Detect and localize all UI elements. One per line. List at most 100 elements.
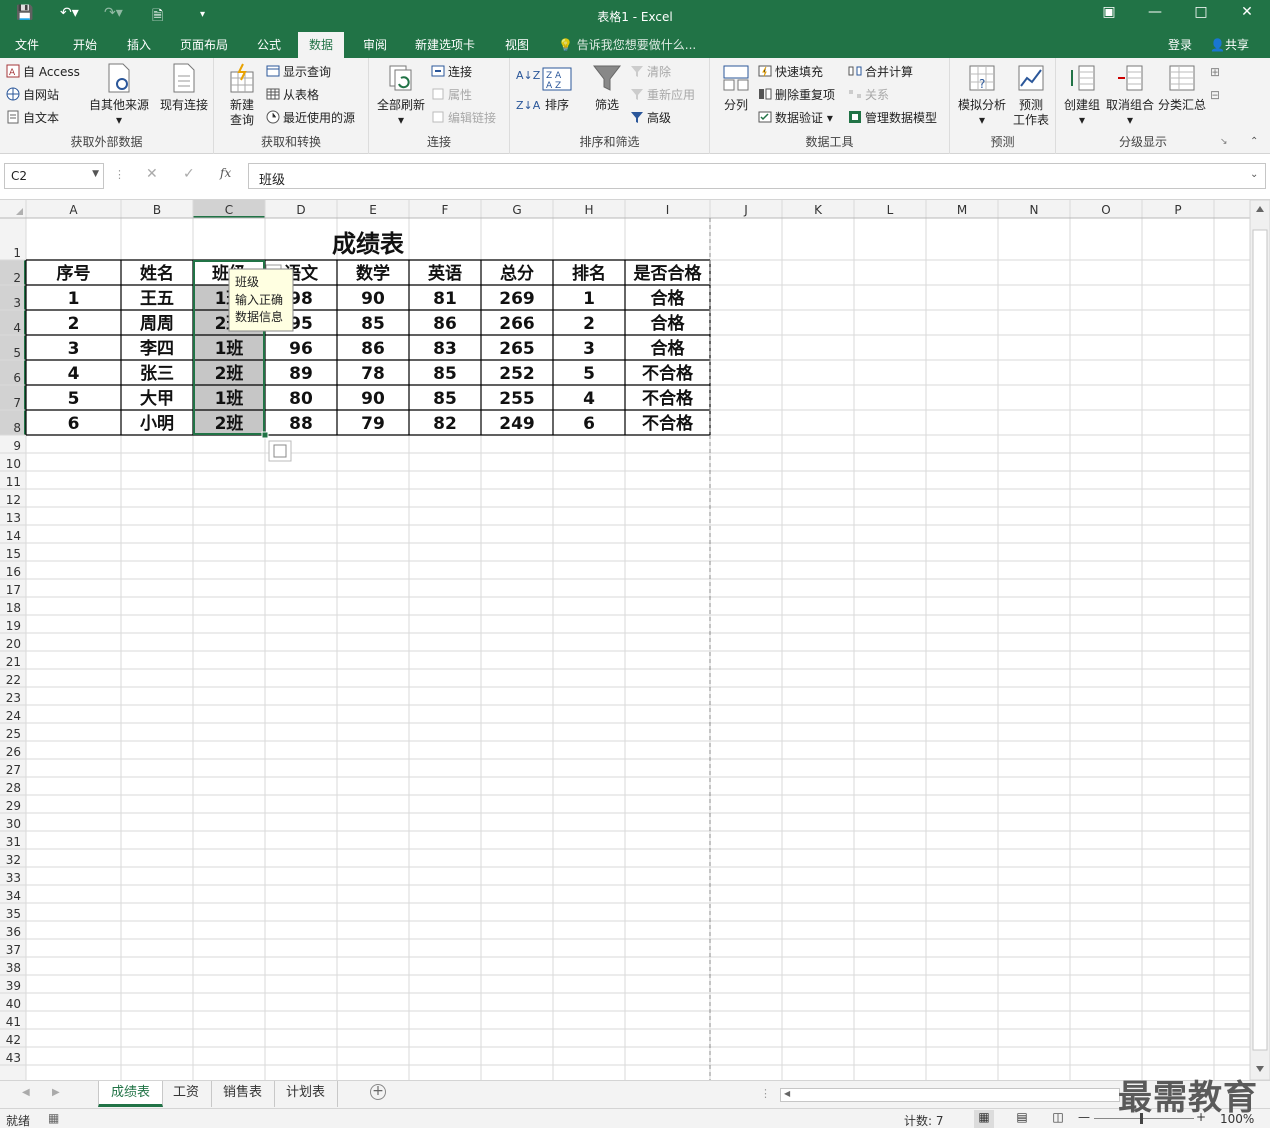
row-header[interactable]: 34 xyxy=(6,889,21,903)
expand-formula-icon[interactable]: ⌄ xyxy=(1250,169,1258,180)
row-header[interactable]: 10 xyxy=(6,457,21,471)
data-cell[interactable]: 78 xyxy=(361,364,385,384)
row-header[interactable]: 38 xyxy=(6,961,21,975)
fill-handle[interactable] xyxy=(261,431,269,439)
row-header[interactable]: 1 xyxy=(13,246,21,260)
tab-page-layout[interactable]: 页面布局 xyxy=(180,36,228,53)
data-cell[interactable]: 90 xyxy=(361,289,385,309)
prev-sheet-icon[interactable]: ◀ xyxy=(22,1087,30,1098)
row-header[interactable]: 19 xyxy=(6,619,21,633)
header-cell[interactable]: 总分 xyxy=(500,263,534,284)
splitter-icon[interactable]: ⋮ xyxy=(760,1087,771,1100)
reapply-button[interactable]: 重新应用 xyxy=(630,85,695,105)
ungroup-button[interactable]: 取消组合 ▾ xyxy=(1104,62,1156,128)
data-cell[interactable]: 82 xyxy=(433,414,457,434)
tab-data[interactable]: 数据 xyxy=(298,32,345,58)
data-cell[interactable]: 2 xyxy=(68,314,80,334)
header-cell[interactable]: 是否合格 xyxy=(634,263,703,284)
data-cell[interactable]: 2班 xyxy=(215,414,244,434)
data-cell[interactable]: 合格 xyxy=(651,288,686,309)
zoom-out-icon[interactable]: — xyxy=(1078,1110,1090,1124)
data-cell[interactable]: 85 xyxy=(433,389,457,409)
edit-links-button[interactable]: 编辑链接 xyxy=(431,108,496,128)
data-cell[interactable]: 81 xyxy=(433,289,457,309)
maximize-icon[interactable]: □ xyxy=(1186,4,1216,20)
subtotal-button[interactable]: 分类汇总 xyxy=(1156,62,1208,113)
refresh-all-button[interactable]: 全部刷新 ▾ xyxy=(373,62,429,128)
sheet-tab-salary[interactable]: 工资 xyxy=(161,1081,213,1107)
tab-insert[interactable]: 插入 xyxy=(127,36,151,53)
clear-filter-button[interactable]: 清除 xyxy=(630,62,671,82)
row-header[interactable]: 21 xyxy=(6,655,21,669)
flash-fill-button[interactable]: 快速填充 xyxy=(758,62,823,82)
from-other-sources-button[interactable]: 自其他来源 ▾ xyxy=(88,62,150,128)
row-header[interactable]: 35 xyxy=(6,907,21,921)
data-cell[interactable]: 269 xyxy=(499,289,535,309)
cancel-icon[interactable]: ✕ xyxy=(146,166,158,182)
scroll-left-icon[interactable]: ◀ xyxy=(784,1089,790,1098)
show-detail-icon[interactable]: ⊞ xyxy=(1210,62,1220,82)
worksheet-grid[interactable]: A B C D E F G H I J K L M N O P 1 2 3 4 5 6 7 8 9 10 11 12 13 14 15 16 1… xyxy=(0,200,1270,1080)
row-header[interactable]: 32 xyxy=(6,853,21,867)
row-header[interactable]: 17 xyxy=(6,583,21,597)
row-header[interactable]: 3 xyxy=(13,296,21,310)
data-cell[interactable]: 合格 xyxy=(651,313,686,334)
row-header[interactable]: 36 xyxy=(6,925,21,939)
column-header-p[interactable]: P xyxy=(1174,203,1181,217)
relationships-button[interactable]: 关系 xyxy=(848,85,889,105)
quick-analysis-button[interactable] xyxy=(268,440,292,462)
data-cell[interactable]: 79 xyxy=(361,414,385,434)
ribbon-display-icon[interactable]: ▣ xyxy=(1094,4,1124,20)
sheet-tab-scores[interactable]: 成绩表 xyxy=(98,1081,164,1107)
data-cell[interactable]: 王五 xyxy=(140,289,174,309)
data-cell[interactable]: 96 xyxy=(289,339,313,359)
next-sheet-icon[interactable]: ▶ xyxy=(52,1087,60,1098)
column-header-j[interactable]: J xyxy=(743,203,748,217)
row-header[interactable]: 42 xyxy=(6,1033,21,1047)
row-header[interactable]: 6 xyxy=(13,371,21,385)
tell-me-search[interactable]: 💡 告诉我您想要做什么... xyxy=(558,36,696,53)
forecast-sheet-button[interactable]: 预测 工作表 xyxy=(1010,62,1052,128)
tab-formulas[interactable]: 公式 xyxy=(257,36,281,53)
header-cell[interactable]: 序号 xyxy=(57,263,91,284)
data-cell[interactable]: 2班 xyxy=(215,364,244,384)
data-cell[interactable]: 1班 xyxy=(215,389,244,409)
data-cell[interactable]: 83 xyxy=(433,339,457,359)
data-cell[interactable]: 3 xyxy=(583,339,595,359)
column-header-l[interactable]: L xyxy=(887,203,894,217)
row-header[interactable]: 33 xyxy=(6,871,21,885)
row-header[interactable]: 25 xyxy=(6,727,21,741)
normal-view-icon[interactable]: ▦ xyxy=(974,1110,994,1128)
sort-desc-icon[interactable]: Z↓A xyxy=(516,96,540,116)
connections-button[interactable]: 连接 xyxy=(431,62,472,82)
column-header-a[interactable]: A xyxy=(69,203,78,217)
manage-data-model-button[interactable]: 管理数据模型 xyxy=(848,108,937,128)
data-cell[interactable]: 1 xyxy=(68,289,80,309)
row-header[interactable]: 31 xyxy=(6,835,21,849)
row-header[interactable]: 15 xyxy=(6,547,21,561)
sort-button[interactable]: Z AA Z 排序 xyxy=(540,62,574,113)
column-header-e[interactable]: E xyxy=(369,203,377,217)
row-header[interactable]: 4 xyxy=(13,321,21,335)
row-header[interactable]: 41 xyxy=(6,1015,21,1029)
tab-view[interactable]: 视图 xyxy=(505,36,529,53)
row-header[interactable]: 16 xyxy=(6,565,21,579)
tab-review[interactable]: 审阅 xyxy=(363,36,387,53)
data-validation-button[interactable]: 数据验证 ▾ xyxy=(758,108,833,128)
new-query-button[interactable]: 新建 查询 xyxy=(222,62,262,128)
data-cell[interactable]: 249 xyxy=(499,414,535,434)
consolidate-button[interactable]: 合并计算 xyxy=(848,62,913,82)
page-layout-view-icon[interactable]: ▤ xyxy=(1012,1110,1032,1124)
recent-sources-button[interactable]: 最近使用的源 xyxy=(266,108,355,128)
advanced-filter-button[interactable]: 高级 xyxy=(630,108,671,128)
row-header[interactable]: 43 xyxy=(6,1051,21,1065)
data-cell[interactable]: 86 xyxy=(361,339,385,359)
data-cell[interactable]: 4 xyxy=(583,389,595,409)
row-header[interactable]: 22 xyxy=(6,673,21,687)
header-cell[interactable]: 数学 xyxy=(356,263,390,284)
enter-icon[interactable]: ✓ xyxy=(183,166,195,182)
data-cell[interactable]: 85 xyxy=(433,364,457,384)
data-cell[interactable]: 5 xyxy=(583,364,595,384)
row-header[interactable]: 29 xyxy=(6,799,21,813)
tab-file[interactable]: 文件 xyxy=(15,36,39,53)
